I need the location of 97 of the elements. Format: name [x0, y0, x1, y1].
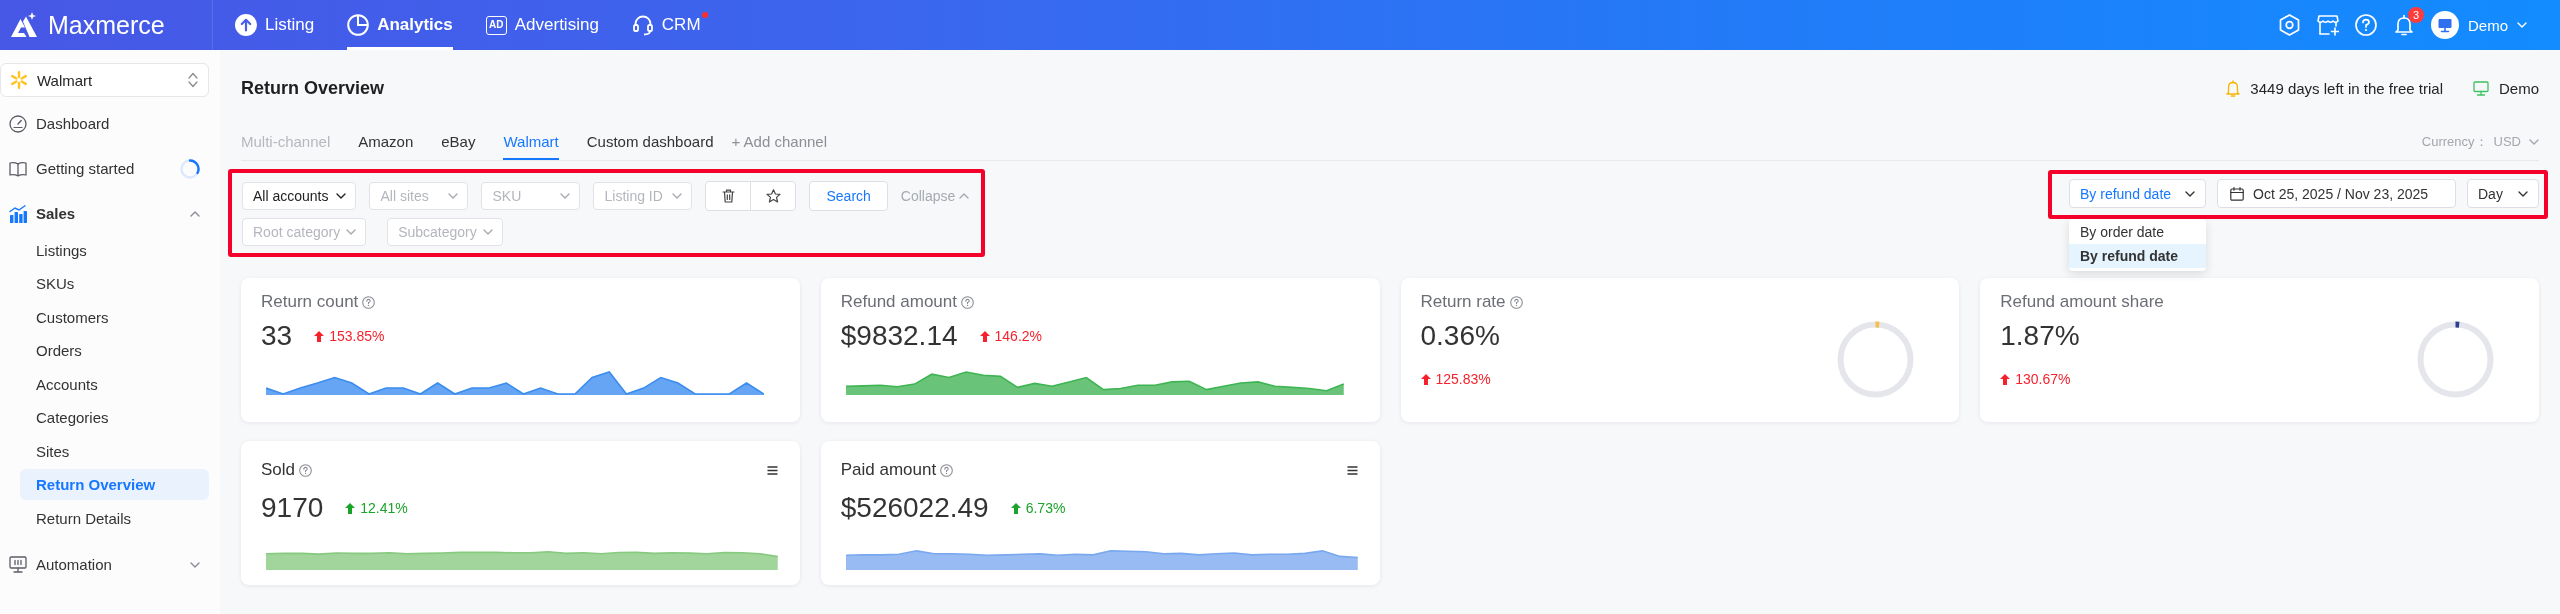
sidebar-subitem[interactable]: Listings [20, 234, 209, 266]
sidebar-item[interactable]: Getting started [0, 146, 209, 191]
dropdown-option[interactable]: By refund date [2069, 244, 2206, 268]
chevron-down-icon [672, 193, 683, 199]
metric-value: 33 [261, 319, 293, 353]
chevron-up-icon [190, 210, 200, 217]
headset-icon [631, 14, 654, 36]
store-add-icon[interactable] [2317, 14, 2339, 36]
page-title: Return Overview [241, 77, 385, 100]
menu-icon[interactable] [1346, 465, 1358, 475]
card-title: Return rate [1420, 292, 1506, 312]
sidebar-subitem[interactable]: Customers [20, 301, 209, 333]
percent-change: 146.2% [994, 328, 1043, 344]
arrow-up-icon [314, 330, 325, 342]
avatar-icon [2431, 11, 2459, 39]
percent-change: 125.83% [1435, 371, 1491, 387]
sidebar-item[interactable]: Automation [0, 542, 209, 587]
sidebar-subitem[interactable]: Orders [20, 335, 209, 366]
upload-icon [235, 14, 257, 36]
sidebar-subitem[interactable]: Sites [20, 435, 209, 467]
bar-chart-icon [9, 204, 27, 223]
gauge-icon [9, 114, 27, 133]
search-button[interactable]: Search [809, 181, 888, 211]
bell-icon[interactable] [2394, 14, 2414, 36]
calendar-icon [2230, 186, 2244, 201]
notification-badge: 3 [2408, 7, 2424, 23]
metric-value: 0.36% [1420, 319, 1500, 353]
chevron-down-icon [2517, 22, 2527, 28]
arrow-up-icon [2000, 373, 2011, 385]
percent-change: 153.85% [329, 328, 385, 344]
filter-dropdown[interactable]: All accounts [242, 182, 357, 210]
card-title: Refund amount share [2000, 292, 2164, 312]
channel-tab[interactable]: Custom dashboard [586, 124, 714, 160]
menu-icon[interactable] [766, 465, 778, 475]
book-icon [9, 160, 27, 177]
dropdown-option[interactable]: By order date [2069, 220, 2206, 244]
nav-tab[interactable]: AD Advertising [485, 0, 599, 50]
chevron-down-icon [560, 193, 571, 199]
chevron-down-icon [346, 229, 357, 235]
date-range-picker[interactable]: Oct 25, 2025 / Nov 23, 2025 [2217, 179, 2456, 208]
chevron-down-icon [336, 193, 347, 199]
nav-tab[interactable]: CRM [631, 0, 701, 50]
settings-icon[interactable] [2279, 14, 2301, 36]
nav-tab[interactable]: Listing [235, 0, 315, 50]
sidebar-subitem[interactable]: Accounts [20, 368, 209, 400]
nav-tab[interactable]: Analytics [347, 0, 453, 50]
granularity-dropdown[interactable]: Day [2467, 179, 2539, 208]
favorite-button[interactable] [750, 181, 797, 211]
ad-icon: AD [485, 15, 507, 35]
percent-change: 6.73% [1025, 500, 1066, 516]
monitor-icon [9, 556, 27, 573]
star-icon [766, 189, 781, 203]
help-icon[interactable] [2355, 14, 2377, 36]
store-selector[interactable]: Walmart [0, 63, 209, 97]
sidebar-item[interactable]: Sales [0, 191, 209, 236]
chevron-down-icon [2518, 190, 2528, 197]
delete-button[interactable] [705, 181, 752, 211]
chevron-down-icon [190, 561, 200, 568]
account-name: Demo [2499, 79, 2539, 97]
chevron-down-icon [448, 193, 459, 199]
chevron-down-icon [2185, 190, 2195, 197]
arrow-up-icon [979, 330, 990, 342]
sidebar-subitem[interactable]: Categories [20, 402, 209, 433]
channel-tab[interactable]: Walmart [503, 124, 559, 160]
metric-value: $9832.14 [840, 319, 958, 353]
updown-chevron-icon [188, 72, 198, 88]
card-title: Refund amount [840, 292, 957, 312]
trial-notice: 3449 days left in the free trial [2250, 79, 2443, 97]
brand-name: Maxmerce [48, 10, 165, 40]
arrow-up-icon [345, 502, 356, 514]
card-title: Sold [261, 460, 296, 480]
date-type-dropdown[interactable]: By refund date [2069, 179, 2206, 208]
trash-icon [722, 189, 735, 203]
sidebar-subitem[interactable]: Return Details [20, 502, 209, 534]
pie-chart-icon [347, 14, 370, 36]
chevron-down-icon [2529, 139, 2539, 145]
card-title: Return count [261, 292, 359, 312]
channel-tab[interactable]: eBay [441, 124, 476, 160]
card-title: Paid amount [840, 460, 937, 480]
arrow-up-icon [1420, 373, 1431, 385]
currency-label: Currency： [2421, 133, 2488, 151]
sidebar-subitem[interactable]: Return Overview [20, 469, 209, 500]
percent-change: 130.67% [2015, 371, 2071, 387]
monitor-icon [2473, 80, 2489, 96]
metric-value: $526022.49 [840, 491, 989, 525]
loading-spinner-icon [180, 158, 200, 179]
metric-value: 9170 [261, 491, 324, 525]
sidebar-item[interactable]: Dashboard [0, 101, 209, 146]
arrow-up-icon [1010, 502, 1021, 514]
channel-tab[interactable]: Amazon [358, 124, 414, 160]
bell-icon [2226, 79, 2241, 97]
spark-icon [10, 71, 28, 89]
metric-value: 1.87% [2000, 319, 2080, 353]
chevron-up-icon [959, 193, 970, 199]
percent-change: 12.41% [360, 500, 408, 516]
sidebar-subitem[interactable]: SKUs [20, 268, 209, 299]
chevron-down-icon [482, 229, 493, 235]
